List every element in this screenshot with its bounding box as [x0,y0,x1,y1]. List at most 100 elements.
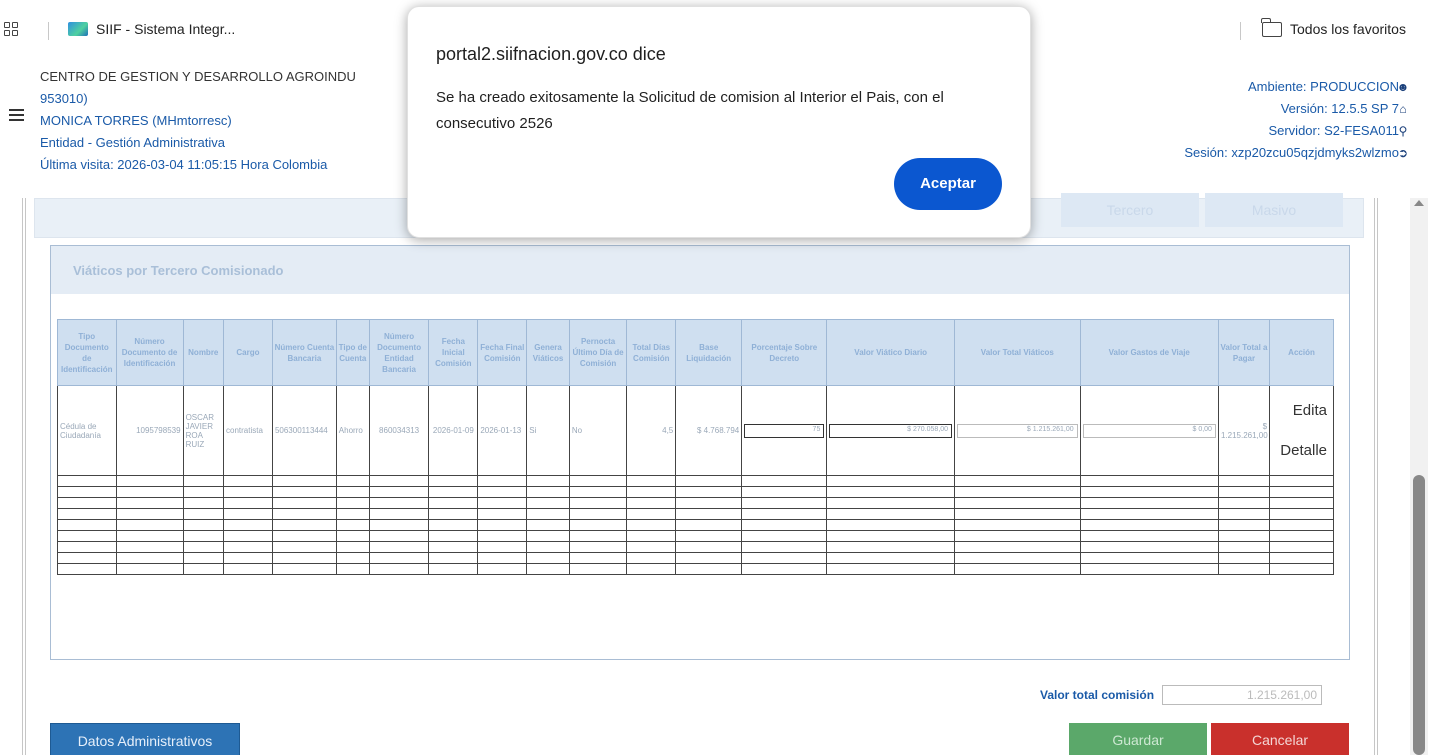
col-header: Valor Viático Diario [826,319,956,386]
dialog-message: Se ha creado exitosamente la Solicitud d… [436,89,944,132]
total-viaticos-input: $ 1.215.261,00 [957,423,1078,438]
cell-fecha-ini: 2026-01-09 [428,385,479,476]
col-header: Nombre [182,319,225,386]
cell-cargo: contratista [223,385,273,476]
total-commission-row: Valor total comisión 1.215.261,00 [1040,685,1323,705]
site-favicon [68,22,88,36]
viatico-diario-input[interactable]: $ 270.058,00 [829,423,953,438]
col-header: Número Documento Entidad Bancaria [368,319,430,386]
col-header: Tipo Documento de Identificación [57,319,117,386]
save-button[interactable]: Guardar [1069,723,1207,755]
col-header: Fecha Inicial Comisión [428,319,479,386]
alert-dialog: portal2.siifnacion.gov.co dice Se ha cre… [407,6,1031,238]
col-header: Número Documento de Identificación [115,319,184,386]
empty-row [57,519,1334,531]
cell-porcentaje: 75 [741,385,828,476]
detail-link[interactable]: Detalle [1272,431,1331,471]
tercero-button[interactable]: Tercero [1061,193,1199,227]
cell-gastos-viaje: $ 0,00 [1079,385,1219,476]
col-header: Valor Total Viáticos [954,319,1081,386]
accept-button[interactable]: Aceptar [894,158,1002,210]
entity-code: 953010) [40,91,88,106]
col-header: Pernocta Último Día de Comisión [568,319,628,386]
cell-tipo-doc: Cédula de Ciudadanía [57,385,117,476]
viaticos-table: Tipo Documento de Identificación Número … [57,319,1334,575]
users-icon[interactable]: ☻ [1395,76,1411,98]
cell-total-pagar: $ 1.215.261,00 [1217,385,1271,476]
server: Servidor: S2-FESA011 [1268,123,1399,138]
entity-name: CENTRO DE GESTION Y DESARROLLO AGROINDU [40,69,356,84]
total-commission-field: 1.215.261,00 [1162,685,1323,705]
cell-tipo-cuenta: Ahorro [335,385,370,476]
scroll-thumb[interactable] [1413,475,1425,755]
folder-icon [1261,17,1282,37]
cancel-button[interactable]: Cancelar [1211,723,1349,755]
gastos-viaje-input[interactable]: $ 0,00 [1082,423,1216,438]
total-commission-label: Valor total comisión [1040,688,1155,702]
col-header: Tipo de Cuenta [335,319,370,386]
header-user-info: CENTRO DE GESTION Y DESARROLLO AGROINDU … [40,66,356,176]
empty-row [57,475,1334,487]
viaticos-panel: Viáticos por Tercero Comisionado Tipo Do… [50,245,1350,660]
cell-total-viaticos: $ 1.215.261,00 [954,385,1081,476]
key-icon: ⚲ [1398,124,1408,138]
cell-doc-entidad: 860034313 [368,385,430,476]
bookmark-siif[interactable]: SIIF - Sistema Integr... [68,21,235,37]
empty-row [57,563,1334,575]
col-header: Acción [1269,319,1334,386]
header-icons: ☻ ⌂ ⚲ ➲ [1395,76,1411,164]
bookmark-siif-label: SIIF - Sistema Integr... [96,21,236,37]
bank-icon: ⌂ [1399,102,1407,116]
cell-pernocta: No [568,385,628,476]
col-header: Cargo [223,319,273,386]
cell-num-doc: 1095798539 [115,385,184,476]
last-visit: Última visita: 2026-03-04 11:05:15 Hora … [40,157,328,172]
cell-base: $ 4.768.794 [675,385,743,476]
page-scrollbar[interactable] [1410,198,1428,755]
col-header: Valor Total a Pagar [1217,319,1271,386]
environment: Ambiente: PRODUCCION [1248,79,1399,94]
version: Versión: 12.5.5 SP 7 [1280,101,1399,116]
cell-accion: Edita Detalle [1269,385,1334,476]
col-header: Fecha Final Comisión [477,319,528,386]
viaticos-title: Viáticos por Tercero Comisionado [51,246,1349,294]
user-name[interactable]: MONICA TORRES (MHmtorresc) [40,110,356,132]
dialog-title: portal2.siifnacion.gov.co dice [436,44,666,64]
porcentaje-input[interactable]: 75 [744,423,825,438]
empty-row [57,486,1334,498]
cell-genera: Si [526,385,570,476]
empty-row [57,552,1334,564]
empty-row [57,530,1334,542]
all-favorites-label: Todos los favoritos [1290,21,1406,37]
datos-administrativos-button[interactable]: Datos Administrativos [50,723,240,755]
empty-row [57,508,1334,520]
cell-total-dias: 4,5 [626,385,677,476]
col-header: Total Días Comisión [626,319,677,386]
apps-icon[interactable] [4,22,18,36]
header-env-info: Ambiente: PRODUCCION Versión: 12.5.5 SP … [1184,76,1399,164]
menu-icon[interactable] [9,109,24,121]
all-favorites-folder[interactable]: Todos los favoritos [1261,17,1406,37]
scroll-up-icon[interactable] [1414,200,1424,206]
table-header-row: Tipo Documento de Identificación Número … [57,319,1334,386]
col-header: Valor Gastos de Viaje [1079,319,1219,386]
table-row: Cédula de Ciudadanía 1095798539 OSCAR JA… [57,385,1334,476]
empty-row [57,497,1334,509]
session: Sesión: xzp20zcu05qzjdmyks2wlzmo [1184,145,1399,160]
page-content: Tercero Masivo Viáticos por Tercero Comi… [0,193,1451,755]
bookmarks-separator [1240,22,1241,40]
col-header: Porcentaje Sobre Decreto [741,319,828,386]
bookmarks-separator [48,22,49,40]
col-header: Número Cuenta Bancaria [271,319,337,386]
edit-link[interactable]: Edita [1272,391,1331,431]
col-header: Base Liquidación [675,319,743,386]
cell-viatico-diario: $ 270.058,00 [826,385,956,476]
cell-fecha-fin: 2026-01-13 [477,385,528,476]
logout-icon[interactable]: ➲ [1395,142,1411,164]
cell-nombre: OSCAR JAVIER ROA RUIZ [182,385,225,476]
col-header: Genera Viáticos [526,319,570,386]
user-role: Entidad - Gestión Administrativa [40,135,225,150]
empty-row [57,541,1334,553]
cell-cuenta: 506300113444 [271,385,337,476]
masivo-button[interactable]: Masivo [1205,193,1343,227]
